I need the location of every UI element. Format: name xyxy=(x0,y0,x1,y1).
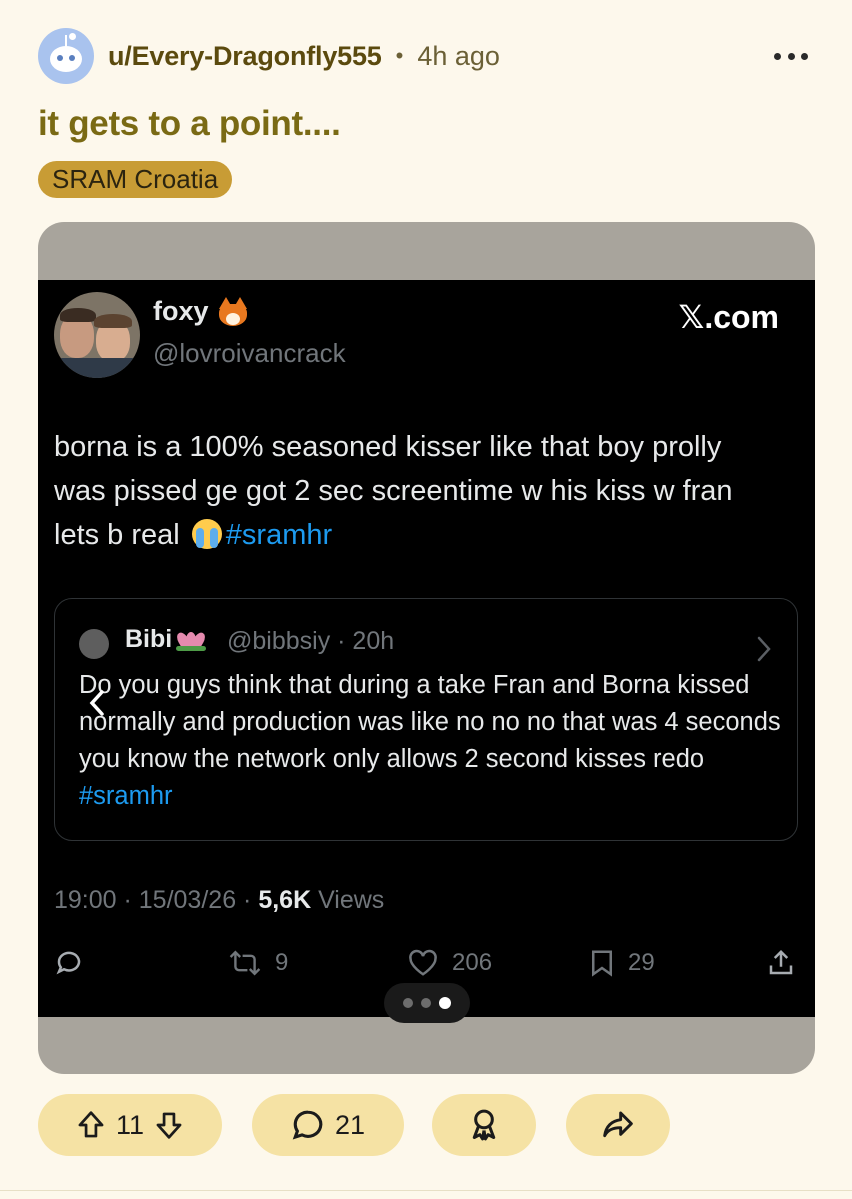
page-dot-active[interactable] xyxy=(439,997,451,1009)
tweet-timestamp: 19:00 · 15/03/26 · 5,6K Views xyxy=(54,886,385,914)
tweet-actions: 9 206 29 xyxy=(54,943,799,983)
reddit-post: u/Every-Dragonfly555 • 4h ago it gets to… xyxy=(0,0,852,1199)
comment-bubble-icon xyxy=(291,1108,325,1142)
lotus-emoji-icon xyxy=(174,630,208,651)
page-dot[interactable] xyxy=(421,998,431,1008)
user-avatar[interactable] xyxy=(38,28,94,84)
comments-button[interactable]: 21 xyxy=(252,1094,404,1156)
carousel-prev-chevron-icon[interactable] xyxy=(80,686,114,720)
post-time: 4h ago xyxy=(417,40,500,71)
quoted-author-name: Bibi xyxy=(125,625,208,654)
divider xyxy=(0,1190,852,1191)
tweet-hashtag: #sramhr xyxy=(225,519,333,551)
quoted-tweet-text: Do you guys think that during a take Fra… xyxy=(79,671,781,810)
fox-emoji-icon xyxy=(217,296,249,327)
bookmark-icon: 29 xyxy=(588,943,655,983)
separator-dot: • xyxy=(395,43,404,68)
quoted-hashtag: #sramhr xyxy=(79,782,173,810)
reply-icon xyxy=(54,943,84,983)
views-count: 5,6K xyxy=(258,886,312,914)
downvote-arrow-down-icon[interactable] xyxy=(154,1109,184,1141)
x-logo: 𝕏.com xyxy=(678,299,779,335)
tweet-author-avatar xyxy=(54,292,140,378)
more-options-icon[interactable] xyxy=(774,42,808,70)
post-title[interactable]: it gets to a point.... xyxy=(38,104,341,144)
tweet-text: borna is a 100% seasoned kisser like tha… xyxy=(54,431,733,551)
tweet-share-icon xyxy=(766,943,796,983)
username-link[interactable]: u/Every-Dragonfly555 xyxy=(108,41,382,72)
crying-emoji-icon xyxy=(191,519,222,549)
tweet-author-handle: @lovroivancrack xyxy=(153,338,346,368)
quoted-tweet: Bibi @bibbsiy · 20h Do you guys think th… xyxy=(54,598,798,841)
vote-score: 11 xyxy=(115,1109,145,1140)
award-icon xyxy=(467,1107,501,1143)
post-action-bar: 11 21 xyxy=(38,1094,818,1156)
post-flair[interactable]: SRAM Croatia xyxy=(38,161,233,198)
like-heart-icon: 206 xyxy=(406,943,492,983)
tweet-screenshot: foxy @lovroivancrack 𝕏.com borna is a 10… xyxy=(38,280,815,1023)
carousel-pagination xyxy=(384,983,470,1023)
quoted-author-meta: @bibbsiy · 20h xyxy=(227,627,395,655)
upvote-arrow-up-icon[interactable] xyxy=(76,1109,106,1141)
share-button[interactable] xyxy=(566,1094,670,1156)
share-forward-arrow-icon xyxy=(600,1109,636,1141)
comments-count: 21 xyxy=(334,1109,366,1140)
page-dot[interactable] xyxy=(403,998,413,1008)
award-button[interactable] xyxy=(432,1094,536,1156)
quote-chevron-right-icon xyxy=(749,632,779,666)
post-header: u/Every-Dragonfly555 • 4h ago xyxy=(38,28,818,84)
post-media-carousel[interactable]: foxy @lovroivancrack 𝕏.com borna is a 10… xyxy=(38,222,815,1074)
tweet-author-name: foxy xyxy=(153,296,249,327)
repost-icon: 9 xyxy=(227,943,288,983)
vote-control: 11 xyxy=(38,1094,222,1156)
quoted-author-avatar xyxy=(79,629,109,659)
